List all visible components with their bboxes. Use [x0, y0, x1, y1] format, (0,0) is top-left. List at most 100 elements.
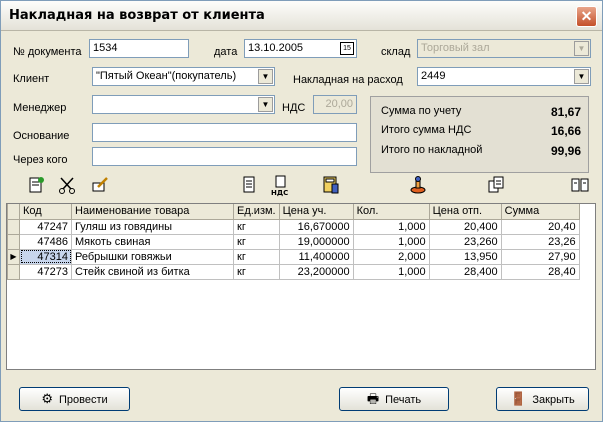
column-header-price[interactable]: Цена уч. [278, 204, 354, 220]
cell-name[interactable]: Гуляш из говядины [71, 218, 234, 235]
expense-invoice-label: Накладная на расход [293, 74, 403, 86]
cell-code[interactable]: 47247 [19, 218, 72, 235]
date-field[interactable]: 13.10.2005 15 [244, 39, 357, 58]
row-indicator[interactable] [7, 233, 20, 250]
cell-price[interactable]: 16,670000 [278, 218, 354, 235]
date-value: 13.10.2005 [248, 42, 304, 54]
title-bar: Накладная на возврат от клиента ✕ [1, 1, 602, 31]
summary-vat-label: Итого сумма НДС [381, 124, 472, 136]
cell-name[interactable]: Стейк свиной из битка [71, 263, 234, 280]
summary-total-value: 81,67 [550, 105, 581, 119]
chevron-down-icon[interactable]: ▼ [258, 69, 273, 84]
summary-invoice-value: 99,96 [550, 144, 581, 158]
exit-door-icon: 🚪 [510, 391, 527, 406]
add-document-icon[interactable] [24, 175, 48, 199]
basis-label: Основание [13, 130, 70, 142]
edit-icon[interactable] [88, 175, 112, 199]
invoice-window: Накладная на возврат от клиента ✕ № доку… [0, 0, 603, 422]
column-header-qty[interactable]: Кол. [352, 204, 430, 220]
table-row[interactable]: 47247 Гуляш из говядины кг 16,670000 1,000 20… [7, 218, 580, 235]
summary-total-row: Сумма по учету 81,67 [381, 103, 581, 121]
column-header-code[interactable]: Код [19, 204, 72, 220]
cell-sum[interactable]: 27,90 [500, 248, 580, 265]
cell-price[interactable]: 19,000000 [278, 233, 354, 250]
stamp-icon[interactable] [406, 175, 430, 199]
close-icon: ✕ [580, 8, 593, 24]
cell-price[interactable]: 11,400000 [278, 248, 354, 265]
summary-panel: Сумма по учету 81,67 Итого сумма НДС 16,… [370, 96, 589, 173]
manager-select[interactable]: ▼ [92, 95, 275, 114]
print-button[interactable]: 🖶 Печать [339, 387, 449, 411]
through-label: Через кого [13, 154, 68, 166]
cell-unit[interactable]: кг [233, 263, 280, 280]
table-row[interactable]: 47486 Мякоть свиная кг 19,000000 1,000 23,260… [7, 233, 580, 250]
doc-number-field[interactable]: 1534 [89, 39, 189, 58]
cell-name[interactable]: Мякоть свиная [71, 233, 234, 250]
client-value: "Пятый Океан"(покупатель) [96, 70, 237, 82]
cell-unit[interactable]: кг [233, 218, 280, 235]
cell-unit[interactable]: кг [233, 248, 280, 265]
vat-document-icon[interactable]: НДС [269, 175, 293, 199]
cell-qty[interactable]: 1,000 [352, 233, 430, 250]
warehouse-value: Торговый зал [421, 42, 490, 54]
copy-document-icon[interactable] [484, 175, 508, 199]
goods-table: Код Наименование товара Ед.изм. Цена уч.… [6, 203, 596, 370]
table-row[interactable]: ▶ 47314 Ребрышки говяжьи кг 11,400000 2,000 13… [7, 248, 580, 265]
column-header-sum[interactable]: Сумма [500, 204, 580, 220]
through-field[interactable] [92, 147, 357, 166]
document-icon[interactable] [237, 175, 261, 199]
basis-field[interactable] [92, 123, 357, 142]
calculator-icon[interactable] [319, 175, 343, 199]
vat-label: НДС [282, 102, 306, 114]
summary-vat-value: 16,66 [550, 124, 581, 138]
chevron-down-icon[interactable]: ▼ [258, 97, 273, 112]
date-label: дата [214, 46, 238, 58]
cell-sale-price[interactable]: 20,400 [428, 218, 502, 235]
row-indicator[interactable]: ▶ [7, 248, 20, 265]
cell-name[interactable]: Ребрышки говяжьи [71, 248, 234, 265]
cell-unit[interactable]: кг [233, 233, 280, 250]
scissors-icon[interactable] [55, 175, 79, 199]
close-button-label: Закрыть [532, 394, 575, 406]
chevron-down-icon[interactable]: ▼ [574, 69, 589, 84]
summary-vat-row: Итого сумма НДС 16,66 [381, 122, 581, 140]
goods-table-grid: Код Наименование товара Ед.изм. Цена уч.… [7, 204, 580, 280]
cell-sale-price[interactable]: 13,950 [428, 248, 502, 265]
cell-qty[interactable]: 1,000 [352, 263, 430, 280]
cell-code[interactable]: 47314 [19, 248, 72, 265]
cell-qty[interactable]: 2,000 [352, 248, 430, 265]
warehouse-select: Торговый зал ▼ [417, 39, 591, 58]
summary-invoice-label: Итого по накладной [381, 144, 483, 156]
cell-sale-price[interactable]: 28,400 [428, 263, 502, 280]
cell-qty[interactable]: 1,000 [352, 218, 430, 235]
table-header-row: Код Наименование товара Ед.изм. Цена уч.… [7, 204, 580, 220]
chevron-down-icon: ▼ [574, 41, 589, 56]
cell-price[interactable]: 23,200000 [278, 263, 354, 280]
close-button[interactable]: 🚪 Закрыть [496, 387, 589, 411]
client-select[interactable]: "Пятый Океан"(покупатель) ▼ [92, 67, 275, 86]
cell-sum[interactable]: 20,40 [500, 218, 580, 235]
cell-code[interactable]: 47273 [19, 263, 72, 280]
close-window-button[interactable]: ✕ [576, 6, 597, 27]
print-button-label: Печать [385, 394, 422, 406]
column-header-unit[interactable]: Ед.изм. [233, 204, 280, 220]
book-icon[interactable] [568, 175, 592, 199]
column-header-sale-price[interactable]: Цена отп. [428, 204, 502, 220]
cell-code[interactable]: 47486 [19, 233, 72, 250]
cell-sum[interactable]: 28,40 [500, 263, 580, 280]
svg-text:НДС: НДС [271, 189, 288, 197]
expense-invoice-select[interactable]: 2449 ▼ [417, 67, 591, 86]
calendar-icon[interactable]: 15 [340, 42, 354, 55]
cell-sale-price[interactable]: 23,260 [428, 233, 502, 250]
doc-number-label: № документа [13, 46, 82, 58]
row-indicator[interactable] [7, 263, 20, 280]
cell-sum[interactable]: 23,26 [500, 233, 580, 250]
table-row[interactable]: 47273 Стейк свиной из битка кг 23,200000 1,0… [7, 263, 580, 280]
summary-invoice-row: Итого по накладной 99,96 [381, 142, 581, 160]
row-indicator[interactable] [7, 218, 20, 235]
post-icon: ⚙ [41, 391, 53, 406]
post-button-label: Провести [58, 394, 108, 406]
post-button[interactable]: ⚙ Провести [19, 387, 130, 411]
column-header-name[interactable]: Наименование товара [71, 204, 234, 220]
vat-field: 20,00 [313, 95, 357, 114]
